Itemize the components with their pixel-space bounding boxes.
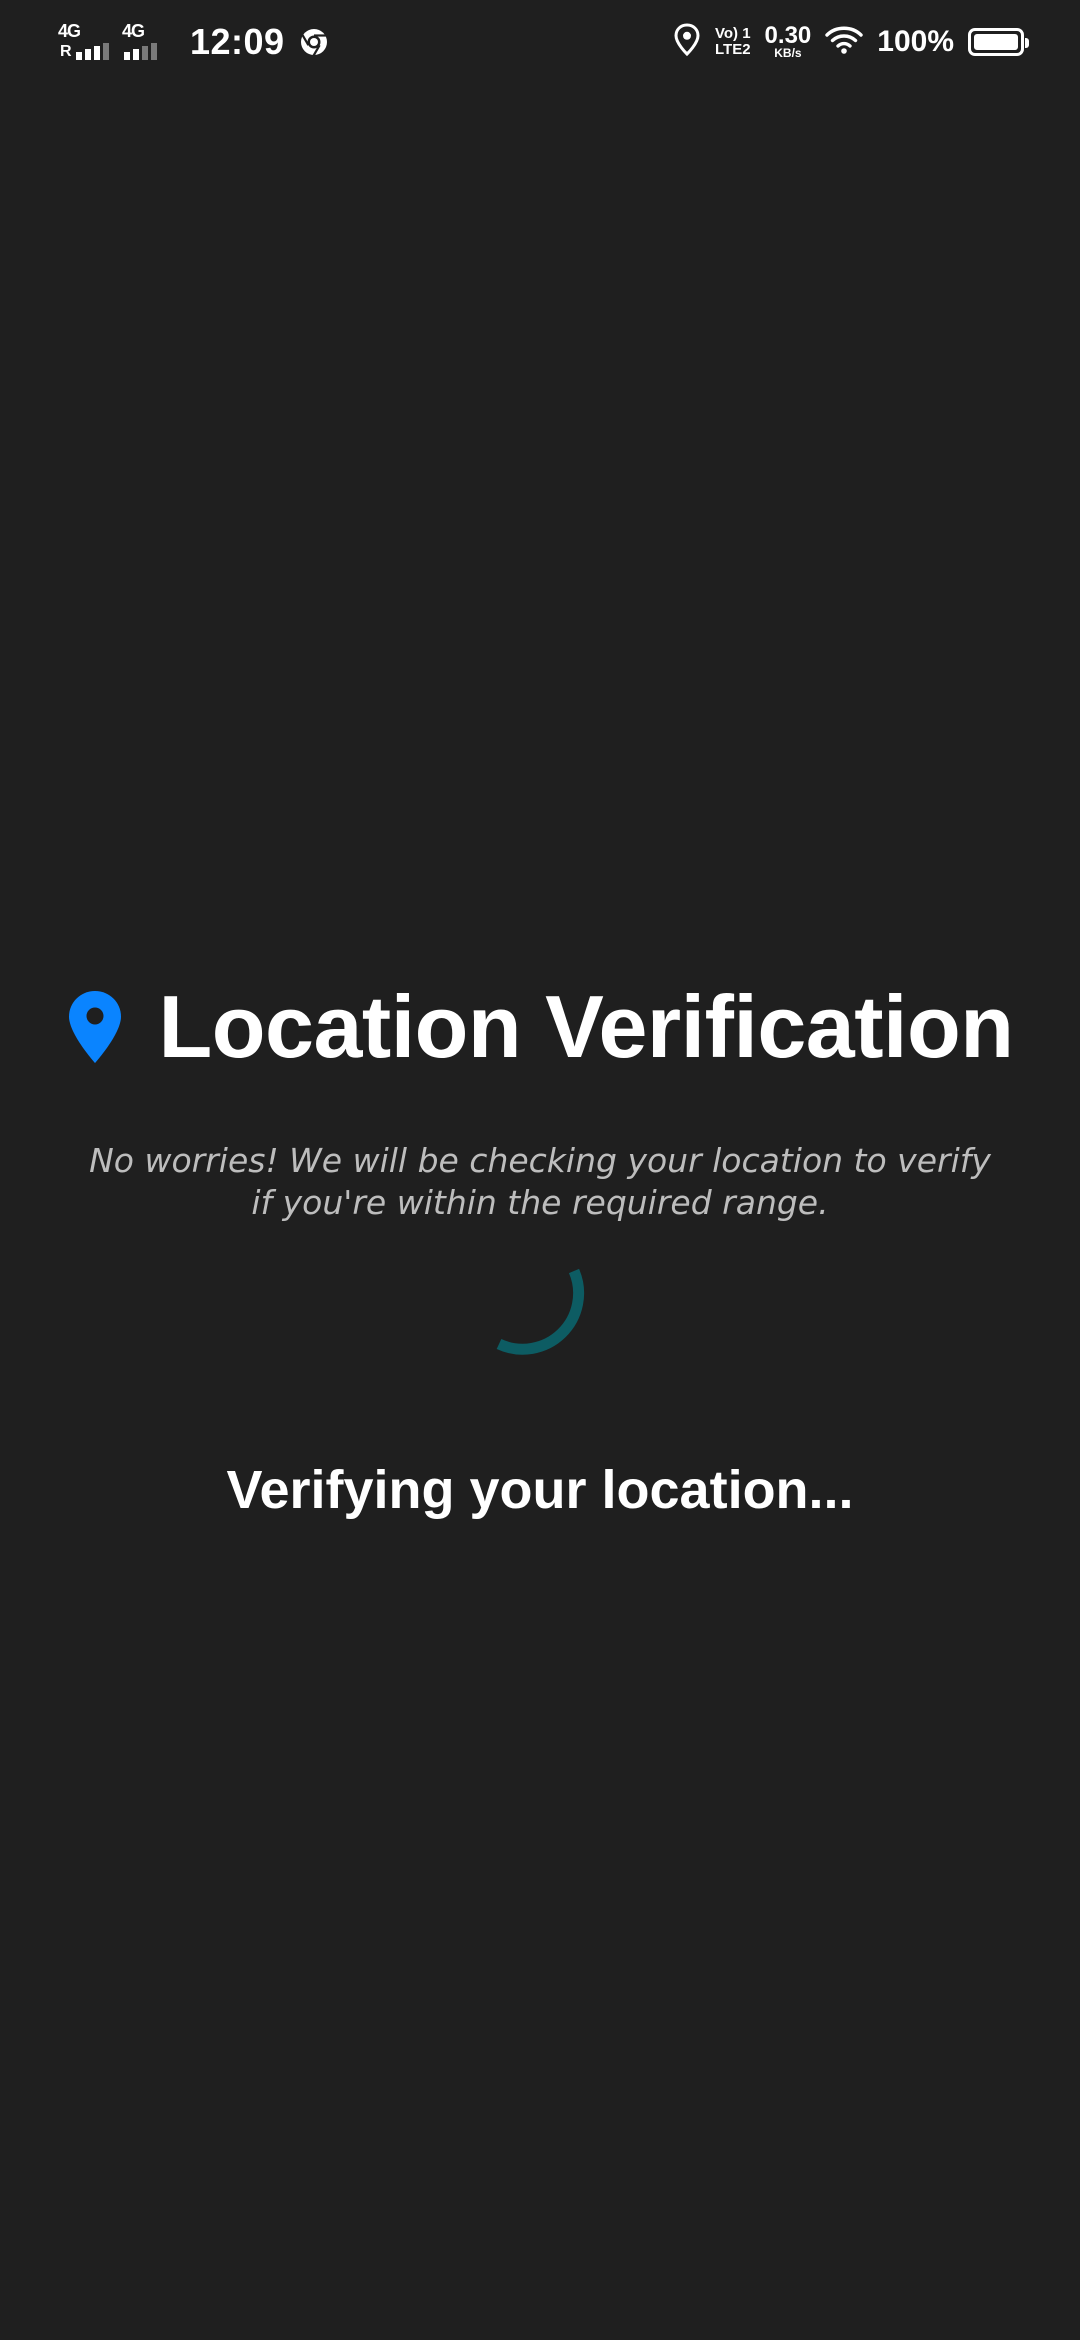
location-icon (673, 22, 701, 62)
volte-line2: LTE2 (714, 41, 751, 58)
network-speed-unit: KB/s (774, 46, 802, 60)
sim2-network-label: 4G (122, 21, 145, 41)
wifi-icon (825, 25, 863, 60)
sim2-signal-icon: 4G (122, 22, 172, 62)
location-pin-icon (67, 989, 123, 1065)
sim1-roaming-label: R (60, 43, 72, 60)
screen: 4G R 4G 12:09 Vo) 1 LTE2 0.30 KB/s 100% … (0, 0, 1080, 2340)
sim1-network-label: 4G (58, 21, 81, 41)
network-speed-value: 0.30 (764, 22, 812, 49)
volte-line1: Vo) 1 (714, 25, 751, 42)
status-bar-right: Vo) 1 LTE2 0.30 KB/s 100% (673, 22, 1029, 62)
sim1-signal-icon: 4G R (58, 21, 109, 62)
network-speed: 0.30 KB/s (764, 22, 812, 60)
status-bar-left: 4G R 4G 12:09 (58, 21, 329, 63)
battery-icon (968, 28, 1029, 56)
battery-fill (974, 34, 1018, 50)
clock: 12:09 (190, 21, 285, 62)
title-row: Location Verification (0, 972, 1080, 1082)
status-bar: 4G R 4G 12:09 Vo) 1 LTE2 0.30 KB/s 100% (0, 0, 1080, 84)
volte-indicator: Vo) 1 LTE2 (715, 26, 751, 58)
page-subtitle: No worries! We will be checking your loc… (89, 1141, 991, 1222)
chrome-icon (299, 27, 329, 57)
verification-status-text: Verifying your location... (226, 1460, 854, 1520)
page-title: Location Verification (158, 977, 1014, 1076)
loading-spinner (486, 1262, 616, 1392)
battery-percent: 100% (877, 25, 954, 58)
